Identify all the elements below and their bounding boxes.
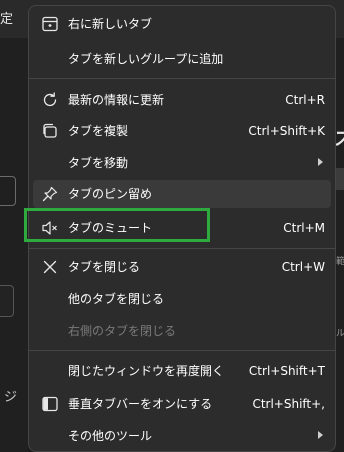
- menu-item-label: 他のタブを閉じる: [68, 292, 165, 306]
- menu-item-label: タブを新しいグループに追加: [68, 52, 224, 66]
- menu-item-shortcut: Ctrl+Shift+T: [248, 364, 325, 378]
- chevron-right-icon: [318, 431, 323, 439]
- menu-item-add-to-group[interactable]: タブを新しいグループに追加: [33, 45, 331, 73]
- vertical-tabs-icon: [42, 396, 58, 412]
- menu-separator: [29, 248, 335, 249]
- menu-item-duplicate-tab[interactable]: タブを複製 Ctrl+Shift+K: [33, 117, 331, 145]
- menu-item-move-tab[interactable]: タブを移動: [33, 149, 331, 177]
- menu-item-label: タブのピン留め: [68, 187, 153, 201]
- menu-item-new-tab-right[interactable]: 右に新しいタブ: [33, 10, 331, 38]
- chevron-right-icon: [318, 158, 323, 166]
- menu-item-close-other-tabs[interactable]: 他のタブを閉じる: [33, 285, 331, 313]
- menu-item-shortcut: Ctrl+Shift+,: [252, 397, 325, 411]
- close-icon: [43, 260, 57, 274]
- menu-item-label: タブを閉じる: [68, 260, 141, 274]
- menu-separator: [29, 78, 335, 79]
- duplicate-icon: [43, 123, 57, 138]
- menu-item-label: 最新の情報に更新: [68, 93, 165, 107]
- menu-item-close-tabs-right: 右側のタブを閉じる: [33, 317, 331, 345]
- pin-icon: [42, 186, 58, 202]
- menu-item-vertical-tabs[interactable]: 垂直タブバーをオンにする Ctrl+Shift+,: [33, 390, 331, 418]
- new-tab-icon: [42, 16, 58, 32]
- refresh-icon: [43, 92, 57, 107]
- background-text-fragment: ル: [336, 329, 344, 339]
- menu-item-label: タブを複製: [68, 124, 129, 138]
- settings-tab-fragment[interactable]: 定: [0, 8, 13, 27]
- menu-item-close-tab[interactable]: タブを閉じる Ctrl+W: [33, 253, 331, 281]
- menu-item-label: 垂直タブバーをオンにする: [68, 397, 213, 411]
- menu-item-label: タブを移動: [68, 156, 129, 170]
- menu-item-shortcut: Ctrl+R: [285, 93, 325, 107]
- menu-item-more-tools[interactable]: その他のツール: [33, 422, 331, 450]
- background-text-fragment: 範: [336, 257, 344, 267]
- highlight-box: [24, 208, 210, 242]
- menu-item-pin-tab[interactable]: タブのピン留め: [33, 180, 331, 208]
- menu-item-shortcut: Ctrl+M: [283, 221, 325, 235]
- menu-item-label: その他のツール: [68, 429, 153, 443]
- background-box-fragment: [0, 285, 14, 317]
- menu-item-label: 右に新しいタブ: [68, 17, 153, 31]
- menu-item-reopen-closed-window[interactable]: 閉じたウィンドウを再度開く Ctrl+Shift+T: [33, 357, 331, 385]
- background-text-fragment: ジ: [4, 390, 18, 405]
- menu-item-shortcut: Ctrl+W: [281, 260, 325, 274]
- menu-separator: [29, 350, 335, 351]
- menu-item-label: 閉じたウィンドウを再度開く: [68, 364, 225, 378]
- background-input-fragment[interactable]: [0, 176, 16, 206]
- menu-item-refresh[interactable]: 最新の情報に更新 Ctrl+R: [33, 86, 331, 114]
- menu-item-label: 右側のタブを閉じる: [68, 324, 177, 338]
- menu-item-shortcut: Ctrl+Shift+K: [248, 124, 325, 138]
